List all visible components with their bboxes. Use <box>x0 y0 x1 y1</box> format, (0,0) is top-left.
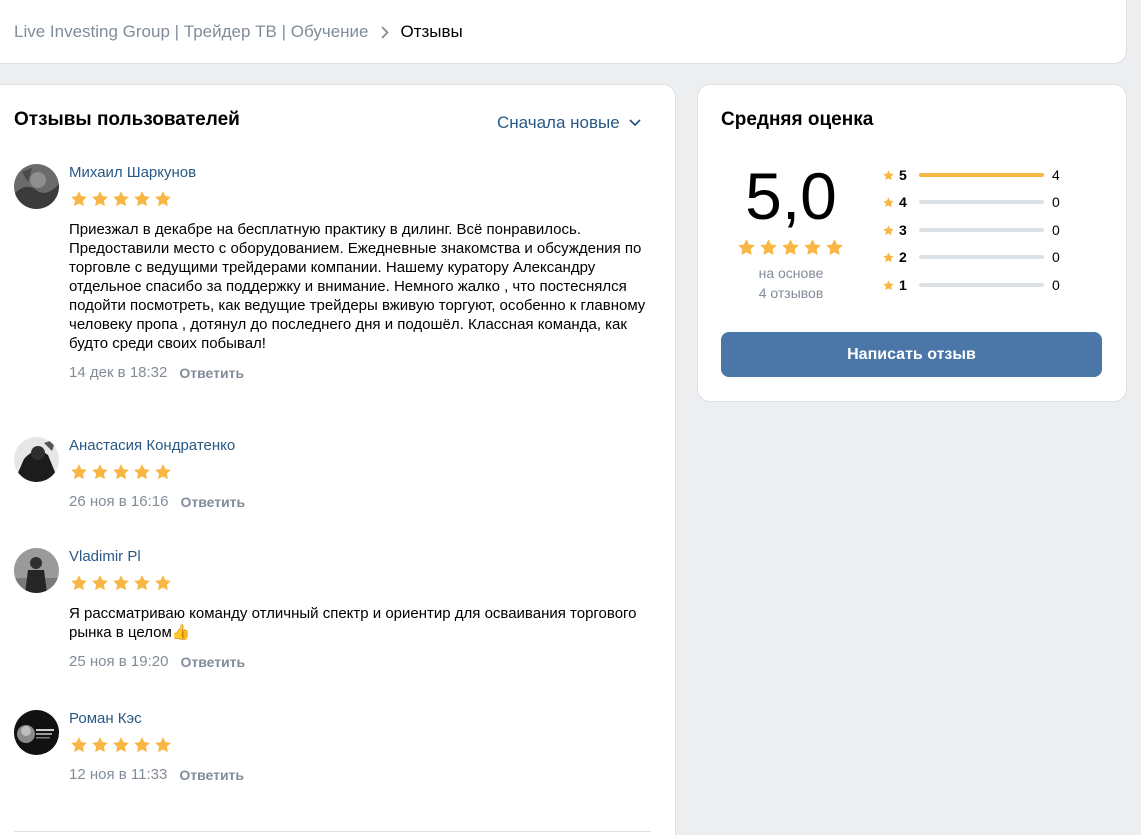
rating-distribution-row: 3 0 <box>882 220 1072 240</box>
review-stars <box>69 573 654 593</box>
star-icon <box>883 169 894 180</box>
chevron-down-icon <box>629 119 641 126</box>
review-stars <box>69 189 654 209</box>
star-icon <box>782 239 799 255</box>
star-icon <box>113 575 129 591</box>
star-icon <box>738 239 755 255</box>
star-icon <box>826 239 843 255</box>
breadcrumb-current: Отзывы <box>400 22 463 41</box>
review-date: 25 ноя в 19:20 <box>69 653 169 670</box>
star-icon <box>113 191 129 207</box>
rating-basis-line1: на основе <box>758 265 824 281</box>
rating-panel: Средняя оценка 5,0 на основе 4 отзывов 5… <box>698 85 1126 401</box>
avatar[interactable] <box>14 437 59 482</box>
review-author[interactable]: Роман Кэс <box>69 710 654 728</box>
rating-bar <box>919 255 1044 259</box>
star-icon <box>883 224 894 235</box>
review-author[interactable]: Vladimir Pl <box>69 548 654 566</box>
rating-level-count: 0 <box>1052 249 1060 265</box>
star-icon <box>134 191 150 207</box>
avatar[interactable] <box>14 164 59 209</box>
review-author[interactable]: Анастасия Кондратенко <box>69 437 654 455</box>
rating-bar <box>919 283 1044 287</box>
star-icon <box>92 191 108 207</box>
rating-level: 3 <box>899 222 907 238</box>
sort-label: Сначала новые <box>497 113 620 132</box>
rating-level-count: 0 <box>1052 222 1060 238</box>
star-icon <box>883 251 894 262</box>
reply-button[interactable]: Ответить <box>180 654 245 670</box>
star-icon <box>155 737 171 753</box>
star-icon <box>883 196 894 207</box>
rating-title: Средняя оценка <box>721 109 874 130</box>
rating-bar-fill <box>919 173 1044 177</box>
review-author[interactable]: Михаил Шаркунов <box>69 164 654 182</box>
rating-level: 5 <box>899 167 907 183</box>
rating-level: 4 <box>899 194 907 210</box>
avatar[interactable] <box>14 548 59 593</box>
star-icon <box>155 464 171 480</box>
star-icon <box>134 737 150 753</box>
star-icon <box>92 737 108 753</box>
reply-button[interactable]: Ответить <box>179 767 244 783</box>
rating-level: 2 <box>899 249 907 265</box>
rating-bar <box>919 228 1044 232</box>
review-stars <box>69 462 654 482</box>
rating-bar <box>919 173 1044 177</box>
reviews-panel: Отзывы пользователей Сначала новые Михаи… <box>0 85 675 835</box>
chevron-right-icon <box>381 26 389 39</box>
star-icon <box>155 191 171 207</box>
rating-basis: на основе 4 отзывов <box>736 263 846 303</box>
reviews-title: Отзывы пользователей <box>14 109 240 130</box>
star-icon <box>113 737 129 753</box>
average-rating-value: 5,0 <box>745 159 837 233</box>
star-icon <box>71 191 87 207</box>
review-date: 26 ноя в 16:16 <box>69 493 169 510</box>
star-icon <box>155 575 171 591</box>
average-rating-stars <box>736 237 846 258</box>
star-icon <box>92 575 108 591</box>
rating-level-count: 0 <box>1052 277 1060 293</box>
rating-distribution-row: 4 0 <box>882 192 1072 212</box>
review-text: Я рассматриваю команду отличный спектр и… <box>69 605 637 641</box>
rating-level-count: 0 <box>1052 194 1060 210</box>
star-icon <box>92 464 108 480</box>
star-icon <box>71 575 87 591</box>
breadcrumb: Live Investing Group | Трейдер ТВ | Обуч… <box>14 22 463 42</box>
star-icon <box>71 737 87 753</box>
rating-level: 1 <box>899 277 907 293</box>
reply-button[interactable]: Ответить <box>179 365 244 381</box>
sort-dropdown[interactable]: Сначала новые <box>497 113 641 133</box>
header-card: Live Investing Group | Трейдер ТВ | Обуч… <box>0 0 1126 63</box>
reply-button[interactable]: Ответить <box>180 494 245 510</box>
review-date: 12 ноя в 11:33 <box>69 766 168 783</box>
star-icon <box>760 239 777 255</box>
star-icon <box>134 575 150 591</box>
review-date: 14 дек в 18:32 <box>69 364 168 381</box>
review-text: Приезжал в декабре на бесплатную практик… <box>69 221 646 352</box>
breadcrumb-parent-link[interactable]: Live Investing Group | Трейдер ТВ | Обуч… <box>14 22 369 42</box>
rating-distribution-row: 5 4 <box>882 165 1072 185</box>
divider <box>14 831 651 832</box>
write-review-button[interactable]: Написать отзыв <box>721 332 1102 377</box>
rating-distribution-row: 2 0 <box>882 247 1072 267</box>
avatar[interactable] <box>14 710 59 755</box>
star-icon <box>113 464 129 480</box>
rating-count: 4 отзывов <box>758 285 824 301</box>
star-icon <box>71 464 87 480</box>
rating-level-count: 4 <box>1052 167 1060 183</box>
rating-bar <box>919 200 1044 204</box>
rating-distribution-row: 1 0 <box>882 275 1072 295</box>
star-icon <box>134 464 150 480</box>
review-stars <box>69 735 654 755</box>
star-icon <box>883 279 894 290</box>
star-icon <box>804 239 821 255</box>
